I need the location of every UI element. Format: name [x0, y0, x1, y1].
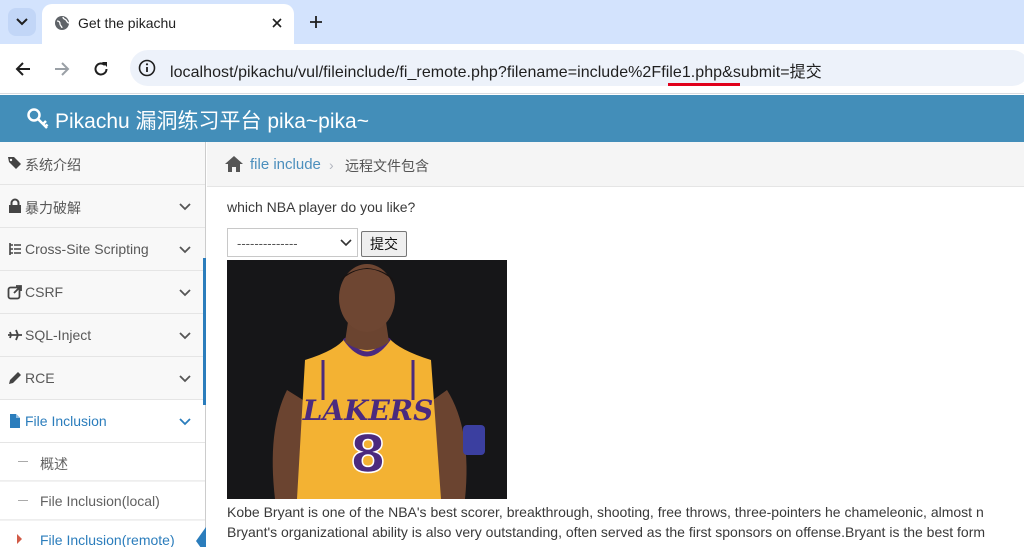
back-button[interactable] — [10, 56, 36, 82]
sidebar-item-label: RCE — [25, 370, 55, 386]
chevron-down-icon — [16, 18, 28, 26]
player-select[interactable]: -------------- — [227, 228, 358, 257]
sidebar-item-label: 系统介绍 — [25, 157, 81, 173]
chevron-down-icon — [179, 418, 191, 426]
submenu-dash — [18, 500, 28, 501]
arrow-left-icon — [15, 62, 30, 76]
globe-icon — [55, 16, 70, 30]
svg-text:8: 8 — [350, 425, 386, 485]
info-icon[interactable] — [138, 59, 156, 77]
new-tab-button[interactable] — [304, 10, 328, 34]
sidebar-item-label: SQL-Inject — [25, 327, 92, 343]
url-text[interactable]: localhost/pikachu/vul/fileinclude/fi_rem… — [170, 58, 822, 82]
plus-icon — [310, 16, 322, 28]
key-icon — [27, 108, 49, 129]
sidebar-item-label: 暴力破解 — [25, 200, 81, 216]
sidebar-item-brute-force[interactable]: 暴力破解 — [0, 185, 205, 228]
select-value: -------------- — [237, 236, 298, 251]
sidebar-item-csrf[interactable]: CSRF — [0, 271, 205, 314]
chevron-down-icon — [179, 246, 191, 254]
share-icon — [7, 285, 22, 300]
home-icon[interactable] — [224, 155, 244, 173]
sidebar-subitem-label: 概述 — [40, 456, 68, 472]
plane-icon — [8, 329, 22, 341]
submit-button[interactable]: 提交 — [361, 231, 407, 257]
question-text: which NBA player do you like? — [227, 199, 416, 215]
caret-right-icon — [17, 534, 22, 544]
sidebar-item-label: Cross-Site Scripting — [25, 241, 149, 257]
description-line: Bryant's organizational ability is also … — [227, 524, 986, 540]
forward-button[interactable] — [49, 56, 75, 82]
breadcrumb-current: 远程文件包含 — [345, 158, 429, 174]
tab-title: Get the pikachu — [78, 15, 177, 31]
player-description: Kobe Bryant is one of the NBA's best sco… — [227, 502, 1024, 542]
sidebar-subitem-local[interactable]: File Inclusion(local) — [0, 482, 205, 520]
sidebar-item-file-inclusion[interactable]: File Inclusion — [0, 400, 205, 443]
lock-icon — [9, 198, 21, 213]
browser-tabstrip: Get the pikachu — [0, 0, 1024, 44]
chevron-down-icon — [179, 375, 191, 383]
description-line: Kobe Bryant is one of the NBA's best sco… — [227, 504, 984, 520]
list-icon — [9, 243, 21, 255]
sidebar: 系统介绍 暴力破解 Cross-Site Scripting CSRF SQL-… — [0, 142, 206, 547]
chevron-down-icon — [340, 239, 352, 247]
sidebar-item-label: File Inclusion — [25, 413, 107, 429]
browser-toolbar: localhost/pikachu/vul/fileinclude/fi_rem… — [0, 44, 1024, 94]
sidebar-item-sql-inject[interactable]: SQL-Inject — [0, 314, 205, 357]
reload-button[interactable] — [88, 56, 114, 82]
tags-icon — [8, 157, 21, 169]
url-highlight-underline — [668, 83, 740, 86]
sidebar-subitem-remote[interactable]: File Inclusion(remote) — [0, 521, 206, 547]
site-title[interactable]: Pikachu 漏洞练习平台 pika~pika~ — [55, 105, 369, 135]
sidebar-item-intro[interactable]: 系统介绍 — [0, 142, 205, 185]
sidebar-subitem-label: File Inclusion(local) — [40, 493, 160, 509]
site-header: Pikachu 漏洞练习平台 pika~pika~ — [0, 95, 1024, 142]
sidebar-item-label: CSRF — [25, 284, 64, 300]
close-icon — [272, 18, 282, 28]
pencil-icon — [9, 372, 21, 384]
reload-icon — [94, 62, 108, 76]
chevron-down-icon — [179, 332, 191, 340]
active-section-bar — [203, 258, 206, 405]
sidebar-item-rce[interactable]: RCE — [0, 357, 205, 400]
browser-tab[interactable]: Get the pikachu — [42, 4, 294, 44]
chevron-down-icon — [179, 203, 191, 211]
arrow-right-icon — [55, 62, 70, 76]
sidebar-subitem-overview[interactable]: 概述 — [0, 443, 205, 481]
chevron-down-icon — [179, 289, 191, 297]
breadcrumb-link[interactable]: file include — [250, 156, 321, 173]
file-icon — [10, 414, 20, 428]
sidebar-subitem-label: File Inclusion(remote) — [40, 532, 175, 547]
close-tab-button[interactable] — [268, 14, 286, 32]
sidebar-item-xss[interactable]: Cross-Site Scripting — [0, 228, 205, 271]
tab-search-button[interactable] — [8, 8, 36, 36]
submenu-dash — [18, 461, 28, 462]
player-photo: LAKERS 8 — [227, 260, 507, 499]
address-bar[interactable]: localhost/pikachu/vul/fileinclude/fi_rem… — [130, 50, 1024, 86]
breadcrumb: file include › 远程文件包含 — [207, 142, 1024, 187]
active-pointer — [196, 527, 206, 547]
breadcrumb-separator: › — [329, 157, 334, 173]
svg-text:LAKERS: LAKERS — [302, 394, 434, 427]
